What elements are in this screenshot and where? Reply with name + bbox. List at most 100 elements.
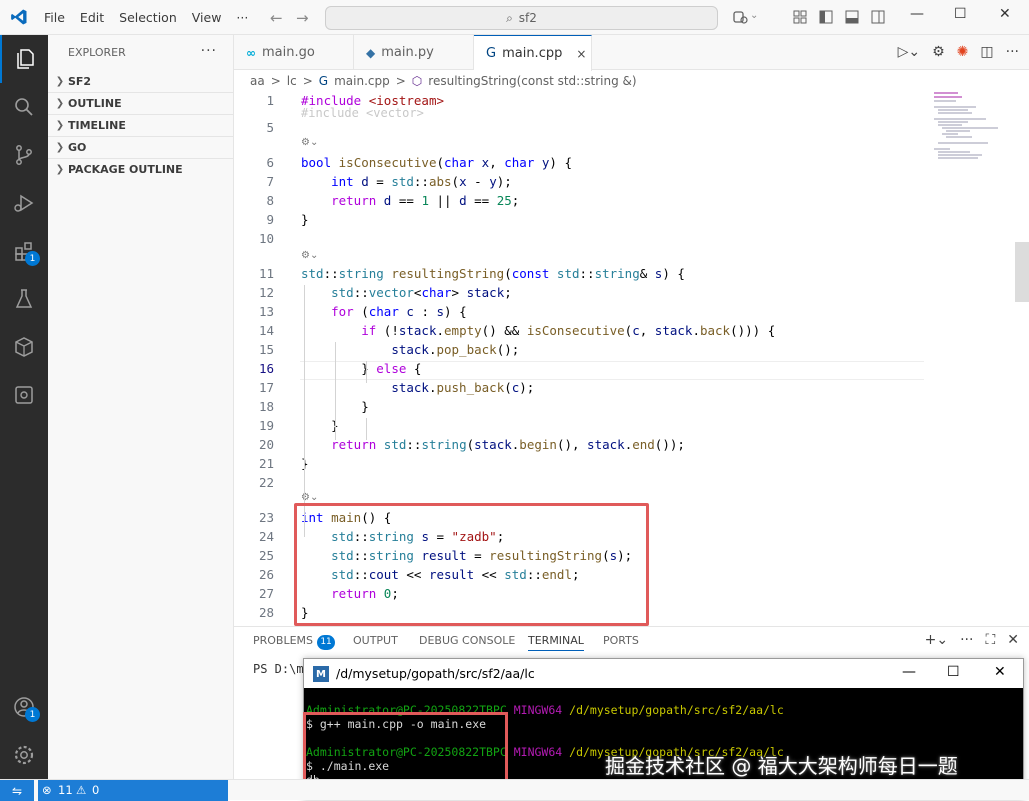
problems-status[interactable]: ⊗ 11 ⚠ 0: [38, 780, 228, 801]
minimize-icon[interactable]: —: [910, 6, 924, 22]
section-go[interactable]: ❯ GO: [48, 136, 233, 158]
code-line: 9}: [234, 212, 924, 231]
split-editor-icon[interactable]: ◫: [980, 44, 993, 60]
editor-tabs: ∞ main.go ◆ main.py G main.cpp × ▷⌄ ⚙ ✺ …: [234, 35, 1029, 71]
highlight-box-terminal: [303, 712, 508, 788]
breadcrumb-file[interactable]: main.cpp: [334, 74, 390, 88]
chevron-right-icon: ❯: [55, 164, 65, 175]
forward-arrow-icon[interactable]: →: [296, 9, 309, 27]
maximize-icon[interactable]: ☐: [947, 664, 960, 680]
section-timeline[interactable]: ❯ TIMELINE: [48, 114, 233, 136]
maximize-icon[interactable]: ☐: [954, 6, 967, 22]
warning-count: 0: [92, 783, 100, 797]
new-terminal-icon[interactable]: +⌄: [925, 632, 948, 648]
copilot-icon[interactable]: [732, 9, 748, 25]
tab-problems-label: PROBLEMS: [253, 634, 314, 647]
menu-bar: File Edit Selection View ···: [44, 0, 263, 35]
code-text: std::string resultingString(const std::s…: [301, 266, 685, 281]
close-window-icon[interactable]: ✕: [999, 6, 1011, 22]
accounts-icon[interactable]: 1: [0, 683, 48, 731]
maximize-panel-icon[interactable]: ⛶: [985, 632, 995, 648]
explorer-sidebar: EXPLORER ··· ❯ SF2 ❯ OUTLINE ❯ TIMELINE ❯ GO…: [48, 35, 234, 779]
editor-scrollbar[interactable]: [1015, 92, 1029, 622]
tab-main-go[interactable]: ∞ main.go: [234, 35, 354, 70]
toggle-sidebar-icon[interactable]: [818, 9, 834, 25]
code-line: 13 for (char c : s) {: [234, 304, 924, 323]
section-outline[interactable]: ❯ OUTLINE: [48, 92, 233, 114]
remote-indicator-icon[interactable]: ⇋: [0, 780, 34, 801]
settings-gear-icon[interactable]: ⚙: [932, 44, 945, 60]
testing-flask-icon[interactable]: [0, 275, 48, 323]
tab-problems[interactable]: PROBLEMS 11: [253, 634, 336, 650]
copilot-chat-icon[interactable]: [0, 323, 48, 371]
extension-action-icon[interactable]: ✺: [957, 44, 969, 60]
line-number: 27: [258, 586, 274, 601]
source-control-icon[interactable]: [0, 131, 48, 179]
more-actions-icon[interactable]: ···: [201, 43, 217, 59]
run-debug-icon[interactable]: [0, 179, 48, 227]
menu-view[interactable]: View: [192, 10, 222, 25]
code-text: int d = std::abs(x - y);: [331, 174, 512, 189]
extensions-badge: 1: [25, 251, 40, 266]
menu-file[interactable]: File: [44, 10, 65, 25]
line-number: 15: [258, 342, 274, 357]
section-label: OUTLINE: [68, 97, 122, 110]
tab-main-cpp[interactable]: G main.cpp ×: [474, 35, 592, 71]
code-text: } else {: [301, 361, 422, 376]
code-line: 5: [234, 120, 924, 139]
breadcrumb-symbol[interactable]: resultingString(const std::string &): [428, 74, 636, 88]
panel-tabs: PROBLEMS 11 OUTPUT DEBUG CONSOLE TERMINAL…: [234, 627, 1029, 655]
scrollbar-thumb[interactable]: [1015, 242, 1029, 302]
terminal-shell: MINGW64: [513, 703, 563, 717]
line-number: 9: [266, 212, 274, 227]
more-actions-icon[interactable]: ···: [960, 632, 973, 648]
line-number: 20: [258, 437, 274, 452]
tab-output[interactable]: OUTPUT: [353, 634, 398, 647]
command-center-search[interactable]: ⌕ sf2: [325, 6, 718, 30]
menu-selection[interactable]: Selection: [119, 10, 177, 25]
close-window-icon[interactable]: ✕: [994, 664, 1006, 680]
codelens-icon[interactable]: ⚙⌄: [301, 250, 321, 262]
tab-ports[interactable]: PORTS: [603, 634, 639, 647]
code-text: bool isConsecutive(char x, char y) {: [301, 155, 572, 170]
minimize-icon[interactable]: —: [902, 664, 916, 680]
watermark: 掘金技术社区 @ 福大大架构师每日一题: [605, 754, 958, 778]
menu-more[interactable]: ···: [236, 10, 248, 25]
tab-debug-console[interactable]: DEBUG CONSOLE: [419, 634, 515, 647]
tab-terminal[interactable]: TERMINAL: [528, 634, 584, 651]
line-number: 18: [258, 399, 274, 414]
chevron-down-icon[interactable]: ⌄: [750, 10, 758, 21]
code-line: 7 int d = std::abs(x - y);: [234, 174, 924, 193]
search-text: sf2: [518, 11, 537, 25]
manage-gear-icon[interactable]: [0, 731, 48, 779]
section-sf2[interactable]: ❯ SF2: [48, 70, 233, 92]
run-code-icon[interactable]: ▷⌄: [898, 44, 921, 60]
code-line: 22: [234, 475, 924, 494]
line-number: 16: [258, 361, 274, 376]
close-tab-icon[interactable]: ×: [576, 47, 586, 61]
remote-explorer-icon[interactable]: [0, 371, 48, 419]
cpp-file-icon: G: [486, 46, 497, 61]
line-number: 22: [258, 475, 274, 490]
extensions-icon[interactable]: 1: [0, 227, 48, 275]
search-sidebar-icon[interactable]: [0, 83, 48, 131]
customize-layout-icon[interactable]: [792, 9, 808, 25]
toggle-secondary-sidebar-icon[interactable]: [870, 9, 886, 25]
more-actions-icon[interactable]: ···: [1006, 44, 1019, 60]
mintty-title: /d/mysetup/gopath/src/sf2/aa/lc: [336, 666, 535, 681]
explorer-icon[interactable]: [0, 35, 48, 83]
toggle-panel-icon[interactable]: [844, 9, 860, 25]
line-number: 23: [258, 510, 274, 525]
tab-main-py[interactable]: ◆ main.py: [354, 35, 474, 70]
menu-edit[interactable]: Edit: [80, 10, 104, 25]
breadcrumb-lc[interactable]: lc: [287, 74, 297, 88]
section-package-outline[interactable]: ❯ PACKAGE OUTLINE: [48, 158, 233, 180]
code-line: 8 return d == 1 || d == 25;: [234, 193, 924, 212]
breadcrumb-aa[interactable]: aa: [250, 74, 265, 88]
close-panel-icon[interactable]: ✕: [1007, 632, 1019, 648]
code-line: 21}: [234, 456, 924, 475]
back-arrow-icon[interactable]: ←: [270, 9, 283, 27]
terminal-prompt[interactable]: PS D:\m: [253, 662, 304, 676]
code-text: }: [301, 212, 309, 227]
code-text: stack.push_back(c);: [391, 380, 535, 395]
